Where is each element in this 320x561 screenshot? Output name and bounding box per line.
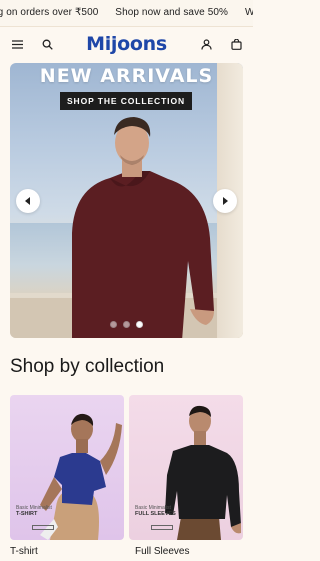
card-tag-big: T-SHIRT (16, 511, 38, 517)
collection-card-image[interactable]: Basic Minimalist FULL SLEEVES (129, 395, 243, 540)
bag-icon[interactable] (229, 37, 243, 51)
hero-title: NEW ARRIVALS (39, 65, 214, 87)
card-mini-button (32, 525, 54, 530)
hamburger-icon[interactable] (10, 37, 24, 51)
card-tag: Basic Minimalist FULL SLEEVES (135, 505, 176, 518)
hero-banner[interactable]: NEW ARRIVALS SHOP THE COLLECTION (10, 63, 243, 338)
shop-collection-button[interactable]: SHOP THE COLLECTION (60, 92, 192, 110)
header-right (183, 37, 243, 51)
collection-section-title: Shop by collection (10, 356, 165, 377)
tshirt-model-image (40, 413, 122, 540)
chevron-left-icon (25, 197, 30, 205)
user-icon[interactable] (199, 37, 213, 51)
carousel-dot[interactable] (110, 321, 117, 328)
collection-card-image[interactable]: Basic Minimalist T-SHIRT (10, 395, 124, 540)
carousel-dots (10, 321, 243, 328)
header-left (10, 37, 70, 51)
card-tag: Basic Minimalist T-SHIRT (16, 505, 52, 518)
carousel-dot[interactable] (123, 321, 130, 328)
chevron-right-icon (223, 197, 228, 205)
card-tag-big: FULL SLEEVES (135, 511, 176, 517)
announcement-track: ng on orders over ₹500 Shop now and save… (0, 7, 253, 18)
brand-logo[interactable]: Mijoons (86, 33, 167, 55)
announcement-item: W (245, 7, 253, 18)
collection-grid: Basic Minimalist T-SHIRT T-shirt Basic M… (10, 395, 243, 557)
announcement-item: ng on orders over ₹500 (0, 7, 99, 18)
search-icon[interactable] (40, 37, 54, 51)
collection-card-full-sleeves[interactable]: Basic Minimalist FULL SLEEVES Full Sleev… (129, 395, 243, 557)
full-sleeves-model-image (165, 405, 241, 540)
carousel-dot-active[interactable] (136, 321, 143, 328)
announcement-bar: ng on orders over ₹500 Shop now and save… (0, 0, 253, 27)
carousel-next-button[interactable] (213, 189, 237, 213)
carousel-prev-button[interactable] (16, 189, 40, 213)
announcement-item: Shop now and save 50% (115, 7, 229, 18)
card-mini-button (151, 525, 173, 530)
collection-card-tshirt[interactable]: Basic Minimalist T-SHIRT T-shirt (10, 395, 124, 557)
collection-card-label[interactable]: T-shirt (10, 546, 124, 557)
site-header: Mijoons (0, 27, 253, 61)
collection-card-label[interactable]: Full Sleeves (135, 546, 243, 557)
